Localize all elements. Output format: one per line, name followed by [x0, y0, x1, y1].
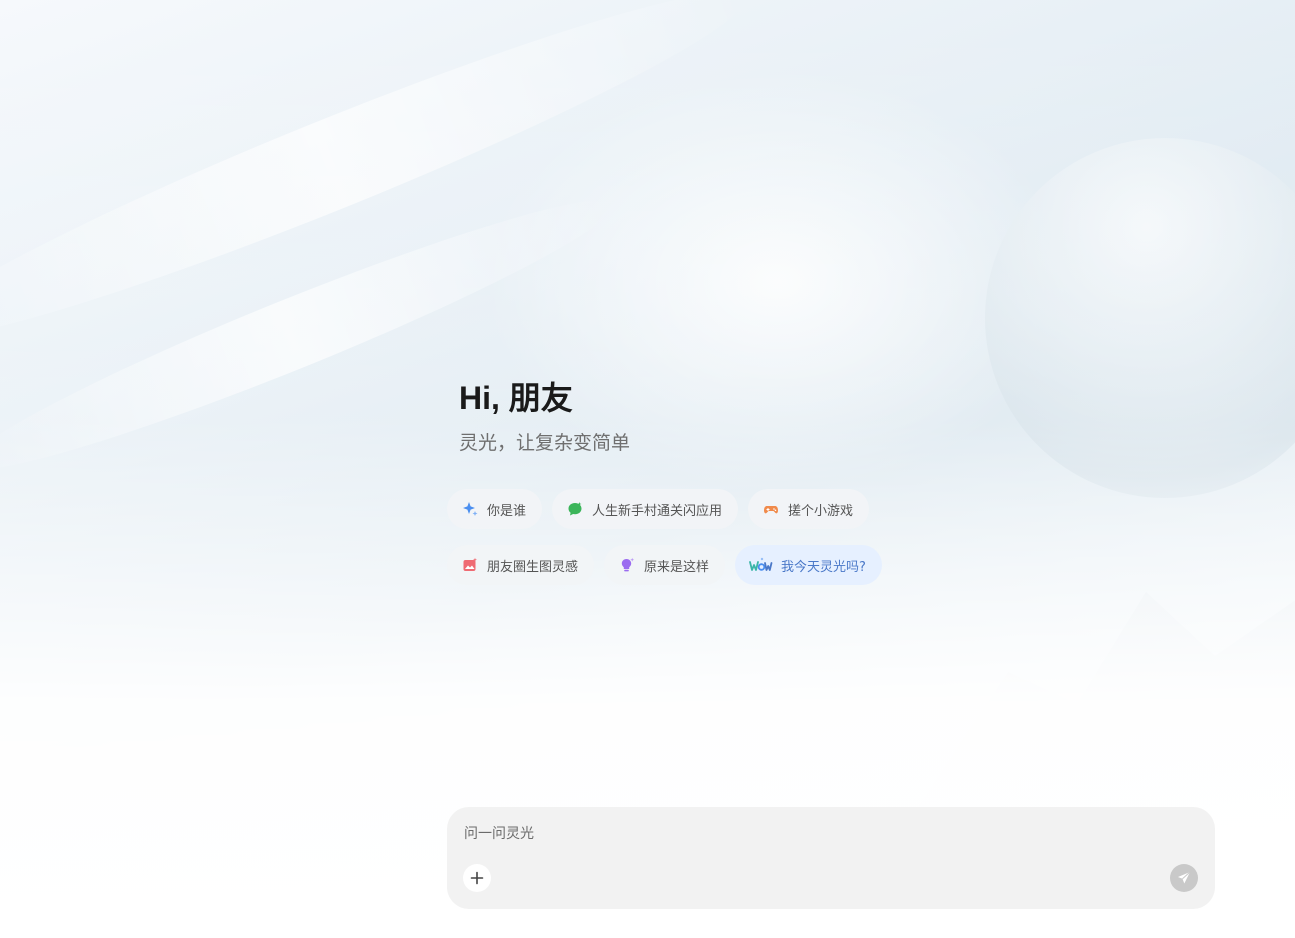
add-attachment-button[interactable] — [463, 864, 491, 892]
wow-icon — [749, 556, 773, 574]
suggestion-chip-game[interactable]: 搓个小游戏 — [748, 489, 870, 529]
hero: Hi, 朋友 灵光，让复杂变简单 — [459, 378, 630, 456]
suggestion-label: 你是谁 — [487, 503, 527, 519]
suggestion-chip-who-are-you[interactable]: 你是谁 — [447, 489, 543, 529]
suggestion-row: 你是谁 人生新手村通关闪应用 搓个小游戏 — [447, 489, 917, 529]
suggestion-chip-am-i-smart[interactable]: 我今天灵光吗? — [735, 545, 882, 585]
send-button[interactable] — [1170, 864, 1198, 892]
suggestion-row: 朋友圈生图灵感 原来是这样 我今天灵光吗? — [447, 545, 917, 585]
suggestion-label: 原来是这样 — [644, 559, 710, 575]
greeting-title: Hi, 朋友 — [459, 380, 573, 416]
suggestion-chip-app[interactable]: 人生新手村通关闪应用 — [552, 489, 739, 529]
plus-icon — [470, 871, 484, 885]
sparkle-icon — [461, 500, 479, 518]
suggestion-chip-moments-image[interactable]: 朋友圈生图灵感 — [447, 545, 595, 585]
suggestion-label: 我今天灵光吗? — [781, 559, 866, 575]
background-fade — [0, 0, 1295, 938]
background — [0, 0, 1295, 938]
suggestion-chip-explain[interactable]: 原来是这样 — [604, 545, 726, 585]
message-composer — [447, 807, 1215, 909]
image-sparkle-icon — [461, 556, 479, 574]
chat-bubble-icon — [566, 500, 584, 518]
suggestion-label: 搓个小游戏 — [788, 503, 854, 519]
send-icon — [1178, 871, 1191, 884]
suggestion-label: 人生新手村通关闪应用 — [592, 503, 723, 519]
suggestion-label: 朋友圈生图灵感 — [487, 559, 579, 575]
suggestion-chips: 你是谁 人生新手村通关闪应用 搓个小游戏 朋友圈生图灵感 原来是这样 我今天灵光… — [447, 489, 917, 601]
greeting-subtitle: 灵光，让复杂变简单 — [459, 432, 631, 454]
game-controller-icon — [762, 500, 780, 518]
message-input[interactable] — [462, 821, 1166, 847]
lightbulb-icon — [618, 556, 636, 574]
